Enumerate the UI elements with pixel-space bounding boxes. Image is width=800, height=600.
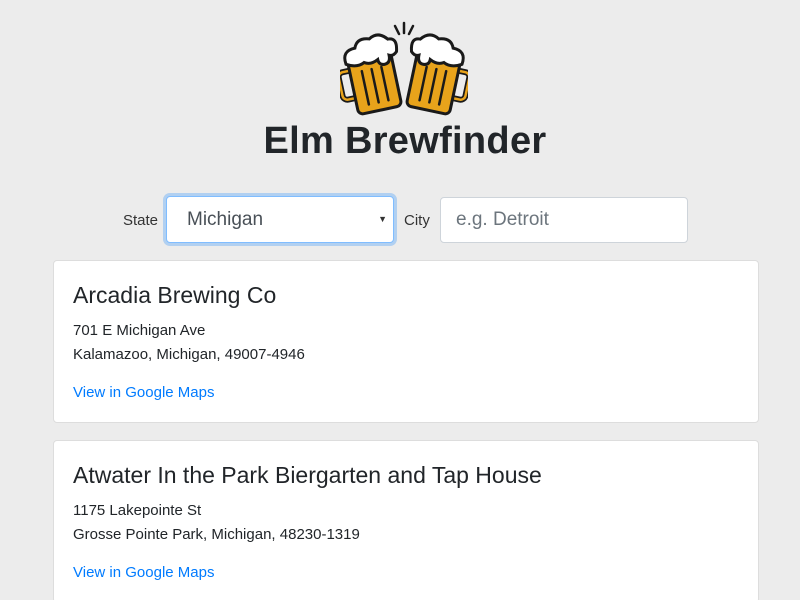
brewery-locality: Grosse Pointe Park, Michigan, 48230-1319 (73, 526, 360, 543)
google-maps-link[interactable]: View in Google Maps (73, 564, 214, 581)
cheers-beer-mugs-icon (340, 21, 468, 116)
brewery-street: 701 E Michigan Ave (73, 322, 206, 339)
brewery-locality: Kalamazoo, Michigan, 49007-4946 (73, 346, 305, 363)
brewery-street: 1175 Lakepointe St (73, 502, 202, 519)
brewery-name: Atwater In the Park Biergarten and Tap H… (73, 462, 542, 488)
state-label: State (123, 212, 159, 229)
brewfinder-page: Elm Brewfinder State Michigan ▼ City Arc… (0, 0, 800, 600)
city-label: City (404, 212, 430, 229)
google-maps-link[interactable]: View in Google Maps (73, 384, 214, 401)
state-select-value: Michigan (187, 209, 264, 230)
city-input[interactable] (440, 197, 688, 243)
state-select[interactable]: Michigan ▼ (166, 196, 394, 243)
brewery-name: Arcadia Brewing Co (73, 282, 277, 308)
chevron-down-icon: ▼ (378, 214, 387, 224)
page-title: Elm Brewfinder (263, 120, 547, 162)
brewery-card: Atwater In the Park Biergarten and Tap H… (53, 440, 759, 600)
brewery-card: Arcadia Brewing Co 701 E Michigan Ave Ka… (53, 260, 759, 423)
